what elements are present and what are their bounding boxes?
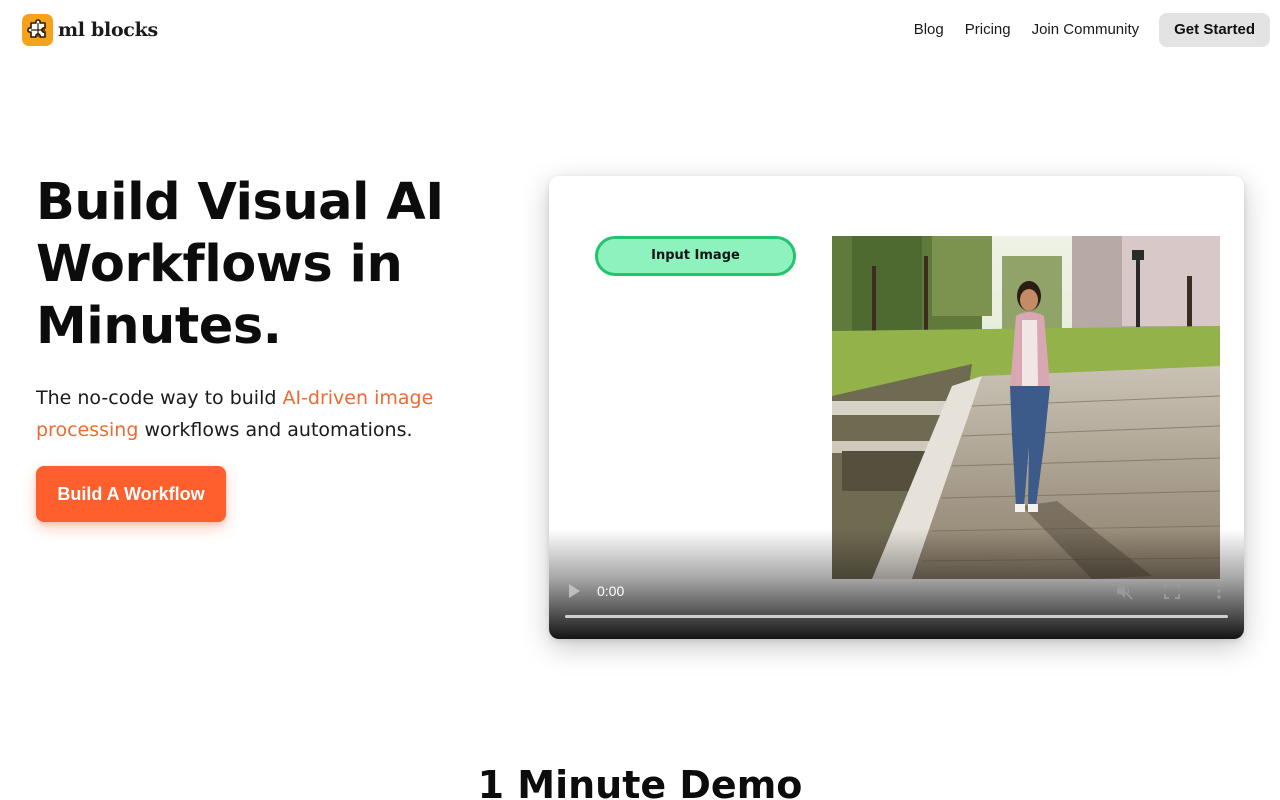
video-controls-overlay	[549, 529, 1244, 639]
video-progress-bar[interactable]	[565, 615, 1228, 618]
nav-link-join-community[interactable]: Join Community	[1032, 14, 1140, 46]
muted-volume-icon[interactable]	[1115, 582, 1133, 600]
demo-video-player[interactable]: Input Image 0:00	[549, 176, 1244, 639]
get-started-button[interactable]: Get Started	[1159, 13, 1270, 47]
video-time: 0:00	[597, 583, 625, 599]
nav-link-blog[interactable]: Blog	[914, 14, 944, 46]
brand-name: ml blocks	[58, 19, 158, 41]
build-workflow-button[interactable]: Build A Workflow	[36, 466, 226, 522]
hero-subtitle: The no-code way to build AI-driven image…	[36, 382, 466, 446]
hero-title: Build Visual AI Workflows in Minutes.	[36, 173, 444, 356]
demo-section-title: 1 Minute Demo	[477, 763, 803, 800]
brand-logo-link[interactable]: ml blocks	[22, 14, 158, 46]
input-image-node: Input Image	[595, 236, 796, 276]
video-frame-image	[832, 236, 1220, 579]
hero-subtitle-end: workflows and automations.	[138, 419, 413, 441]
top-nav: ml blocks Blog Pricing Join Community Ge…	[0, 0, 1280, 60]
fullscreen-icon[interactable]	[1164, 583, 1180, 599]
hero-subtitle-start: The no-code way to build	[36, 387, 283, 409]
more-options-icon[interactable]	[1216, 582, 1222, 600]
puzzle-logo-icon	[22, 14, 53, 46]
nav-links: Blog Pricing Join Community Get Started	[914, 13, 1270, 47]
nav-link-pricing[interactable]: Pricing	[965, 14, 1011, 46]
play-icon[interactable]	[567, 583, 581, 599]
